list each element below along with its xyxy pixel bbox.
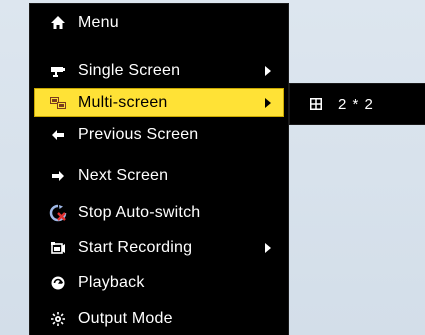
stop-auto-switch-icon: [48, 203, 68, 223]
menu-item-label: Output Mode: [78, 309, 173, 327]
menu-item-playback[interactable]: Playback: [34, 268, 284, 297]
menu-item-label: Previous Screen: [78, 125, 199, 143]
submenu-arrow-icon: [265, 97, 271, 108]
playback-icon: [48, 273, 68, 293]
menu-item-label: Single Screen: [78, 61, 181, 79]
menu-item-multi-screen[interactable]: Multi-screen: [34, 88, 284, 117]
multi-screen-icon: [48, 93, 68, 113]
grid-2x2-icon: [310, 97, 322, 110]
menu-item-label: Next Screen: [78, 166, 169, 184]
multi-screen-submenu: 2 * 2: [290, 84, 425, 124]
submenu-item-label: 2 * 2: [338, 95, 374, 113]
menu-item-label: Start Recording: [78, 238, 193, 256]
menu-item-label: Playback: [78, 273, 145, 291]
menu-item-previous-screen[interactable]: Previous Screen: [34, 120, 284, 149]
menu-item-output-mode[interactable]: Output Mode: [34, 304, 284, 333]
submenu-arrow-icon: [265, 242, 271, 253]
submenu-arrow-icon: [265, 65, 271, 76]
home-icon: [48, 13, 68, 33]
menu-item-single-screen[interactable]: Single Screen: [34, 56, 284, 85]
menu-item-start-recording[interactable]: Start Recording: [34, 233, 284, 262]
arrow-right-icon: [48, 166, 68, 186]
arrow-left-icon: [48, 125, 68, 145]
menu-item-label: Menu: [78, 13, 119, 31]
camera-icon: [48, 61, 68, 81]
menu-item-label: Multi-screen: [78, 93, 168, 111]
record-icon: [48, 238, 68, 258]
menu-item-menu[interactable]: Menu: [34, 8, 284, 37]
menu-item-stop-auto-switch[interactable]: Stop Auto-switch: [34, 198, 284, 227]
context-menu: Menu Single Screen Multi-screen Previous…: [30, 4, 288, 335]
output-mode-icon: [48, 309, 68, 329]
submenu-item-2x2[interactable]: 2 * 2: [290, 84, 425, 124]
menu-item-next-screen[interactable]: Next Screen: [34, 161, 284, 190]
menu-item-label: Stop Auto-switch: [78, 203, 201, 221]
